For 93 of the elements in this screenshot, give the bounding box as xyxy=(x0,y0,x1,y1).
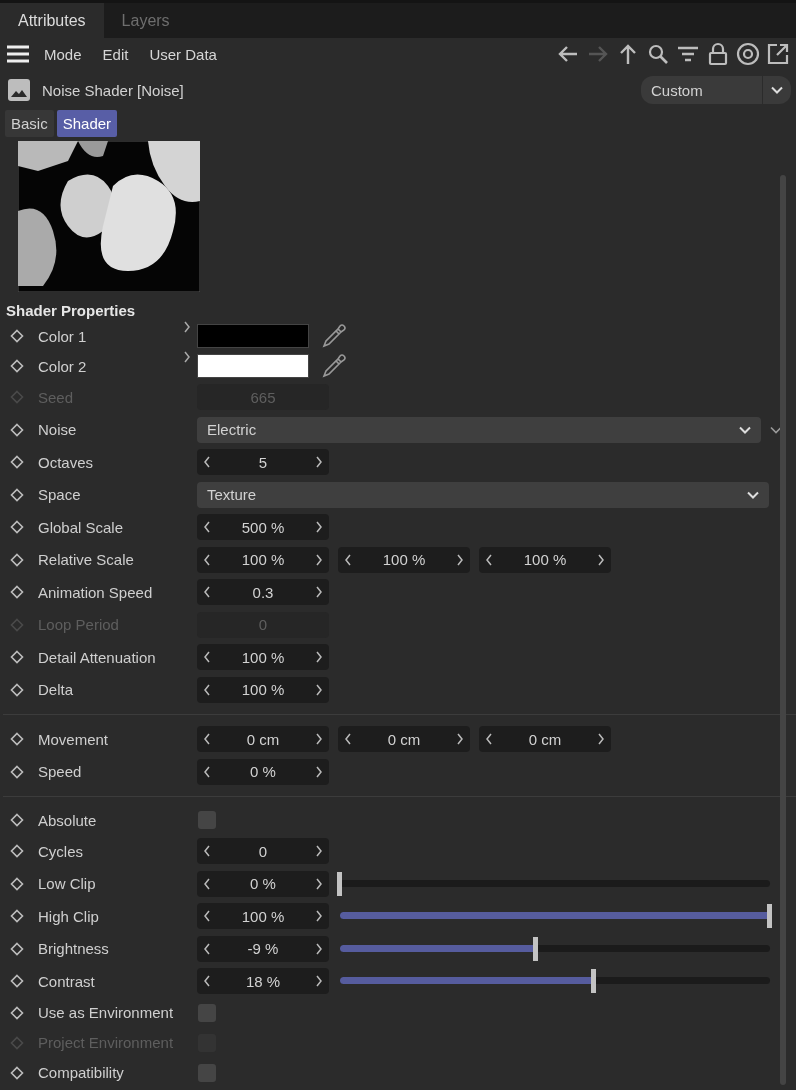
property-label: Relative Scale xyxy=(38,551,135,569)
checkbox[interactable] xyxy=(198,811,216,829)
keyframe-diamond-icon[interactable] xyxy=(10,732,24,747)
tab[interactable]: Basic xyxy=(5,110,54,137)
image-icon xyxy=(7,78,31,102)
keyframe-diamond-icon[interactable] xyxy=(10,359,24,373)
number-field[interactable]: 0 cm xyxy=(197,726,329,753)
keyframe-diamond-icon[interactable] xyxy=(10,909,24,924)
keyframe-diamond-icon[interactable] xyxy=(10,487,24,502)
chevron-down-icon xyxy=(747,490,759,499)
property-label: Delta xyxy=(38,681,75,699)
property-label: Absolute xyxy=(38,811,98,829)
property-label: Octaves xyxy=(38,453,95,471)
preset-dropdown[interactable]: Custom xyxy=(641,76,791,104)
number-field[interactable]: 18 % xyxy=(197,968,329,995)
property-label: Speed xyxy=(38,763,83,781)
menu-icon[interactable] xyxy=(6,45,30,63)
menu-item[interactable]: Mode xyxy=(44,45,82,63)
slider[interactable] xyxy=(340,871,770,896)
property-label: Color 1 xyxy=(38,327,88,345)
number-field[interactable]: 0 % xyxy=(197,758,329,785)
search-icon[interactable] xyxy=(646,42,670,66)
number-field[interactable]: 0 cm xyxy=(479,726,611,753)
target-icon[interactable] xyxy=(736,42,760,66)
keyframe-diamond-icon[interactable] xyxy=(10,1065,24,1080)
property-label: Contrast xyxy=(38,972,96,990)
number-field[interactable]: 0 cm xyxy=(338,726,470,753)
number-field[interactable]: 100 % xyxy=(197,903,329,930)
object-name: Noise Shader [Noise] xyxy=(42,81,184,99)
property-label: Detail Attenuation xyxy=(38,648,157,666)
keyframe-diamond-icon[interactable] xyxy=(10,455,24,470)
number-field[interactable]: 5 xyxy=(197,449,329,476)
external-link-icon[interactable] xyxy=(766,42,790,66)
eyedropper-icon[interactable] xyxy=(321,353,347,379)
chevron-down-icon xyxy=(771,86,783,94)
keyframe-diamond-icon[interactable] xyxy=(10,974,24,989)
number-field[interactable]: 0 xyxy=(197,838,329,865)
slider-thumb[interactable] xyxy=(532,936,538,961)
panel-tab[interactable]: Attributes xyxy=(0,3,104,38)
color-swatch[interactable] xyxy=(197,354,309,378)
number-field[interactable]: 100 % xyxy=(338,546,470,573)
eyedropper-icon[interactable] xyxy=(321,323,347,349)
number-field[interactable]: 0.3 xyxy=(197,579,329,606)
checkbox[interactable] xyxy=(198,1003,216,1022)
keyframe-diamond-icon[interactable] xyxy=(10,1005,24,1020)
keyframe-diamond-icon[interactable] xyxy=(10,682,24,697)
property-label: High Clip xyxy=(38,907,100,925)
section-title: Shader Properties xyxy=(5,302,137,319)
number-field[interactable]: 0 % xyxy=(197,870,329,897)
property-label: Movement xyxy=(38,730,110,748)
keyframe-diamond-icon[interactable] xyxy=(10,844,24,859)
scrollbar[interactable] xyxy=(780,175,786,1085)
number-field[interactable]: 100 % xyxy=(197,644,329,671)
slider[interactable] xyxy=(340,969,770,994)
slider[interactable] xyxy=(340,904,770,929)
slider-thumb[interactable] xyxy=(590,969,596,994)
chevron-down-icon xyxy=(739,425,751,434)
number-field[interactable]: -9 % xyxy=(197,935,329,962)
keyframe-diamond-icon[interactable] xyxy=(10,520,24,535)
property-label: Low Clip xyxy=(38,875,97,893)
keyframe-diamond-icon[interactable] xyxy=(10,585,24,600)
number-field[interactable]: 100 % xyxy=(197,546,329,573)
keyframe-diamond-icon[interactable] xyxy=(10,876,24,891)
property-label: Space xyxy=(38,486,82,504)
keyframe-diamond-icon[interactable] xyxy=(10,329,24,343)
menu-item[interactable]: Edit xyxy=(102,45,129,63)
keyframe-diamond-icon[interactable] xyxy=(10,650,24,665)
dropdown[interactable]: Texture xyxy=(197,481,769,508)
property-label: Noise xyxy=(38,421,78,439)
lock-icon[interactable] xyxy=(706,42,730,66)
keyframe-diamond-icon[interactable] xyxy=(10,422,24,437)
number-field[interactable]: 500 % xyxy=(197,514,329,541)
property-label: Global Scale xyxy=(38,518,125,536)
slider-thumb[interactable] xyxy=(767,904,772,929)
property-label: Use as Environment xyxy=(38,1004,175,1021)
property-label: Compatibility xyxy=(38,1064,125,1081)
number-field[interactable]: 100 % xyxy=(197,676,329,703)
checkbox[interactable] xyxy=(198,1063,216,1082)
property-label: Animation Speed xyxy=(38,583,154,601)
tab[interactable]: Shader xyxy=(56,110,118,137)
keyframe-diamond-icon[interactable] xyxy=(10,764,24,779)
menu-item[interactable]: User Data xyxy=(149,45,217,63)
keyframe-diamond-icon[interactable] xyxy=(10,941,24,956)
keyframe-diamond-icon[interactable] xyxy=(10,552,24,567)
slider[interactable] xyxy=(340,936,770,961)
slider-thumb[interactable] xyxy=(337,871,342,896)
number-field[interactable]: 100 % xyxy=(479,546,611,573)
property-label: Cycles xyxy=(38,842,84,860)
property-label: Color 2 xyxy=(38,357,88,375)
keyframe-diamond-icon[interactable] xyxy=(10,813,24,827)
color-swatch[interactable] xyxy=(197,324,309,348)
property-label: Brightness xyxy=(38,940,110,958)
dropdown[interactable]: Electric xyxy=(197,416,761,443)
